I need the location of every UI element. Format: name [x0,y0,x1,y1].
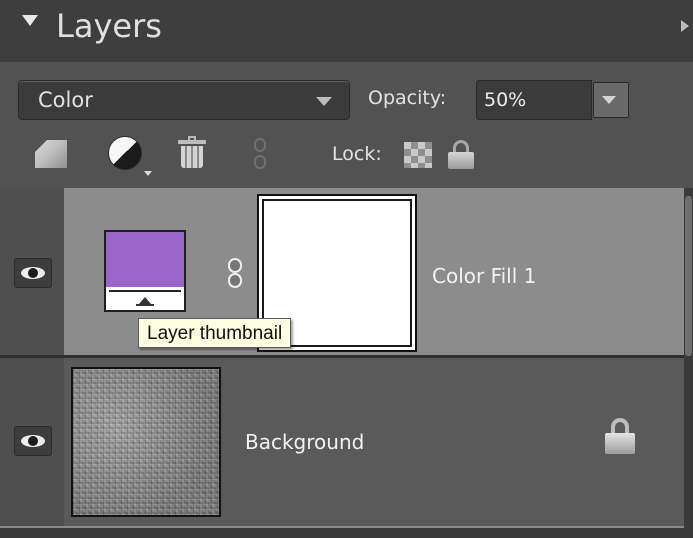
link-icon[interactable] [254,138,266,170]
eye-icon[interactable] [14,258,52,288]
chain-ring-bottom [228,273,242,288]
link-ring-bottom [254,155,266,169]
lock-all-icon[interactable] [446,140,476,170]
layer-thumbnail[interactable] [104,230,186,312]
panel-title: Layers [56,7,162,45]
collapse-arrow-icon[interactable] [22,15,38,26]
panel-menu-icon[interactable] [681,20,689,32]
scrollbar-thumb[interactable] [685,196,692,356]
fill-color-swatch [106,232,184,287]
lock-body [605,433,635,454]
trash-icon[interactable] [178,136,206,168]
adjustment-layer-icon[interactable] [108,136,142,170]
submenu-arrow-icon[interactable] [144,171,152,176]
color-slider-icon [139,297,151,304]
eye-pupil [28,436,38,446]
opacity-value[interactable]: 50% [484,86,526,114]
lock-label: Lock: [332,143,382,165]
trash-lid [178,140,206,144]
fill-divider [109,290,181,292]
chevron-down-icon[interactable] [316,97,332,106]
layer-name[interactable]: Background [245,428,364,456]
new-layer-icon[interactable] [35,140,67,168]
blend-mode-value: Color [38,88,93,112]
trash-body [181,146,203,168]
lock-body [448,152,474,169]
eye-pupil [28,268,38,278]
layer-name[interactable]: Color Fill 1 [432,262,536,290]
opacity-label: Opacity: [368,87,447,109]
lock-icon [604,418,636,456]
chain-ring-top [228,258,242,273]
panel-footer [0,528,693,538]
tooltip: Layer thumbnail [138,318,292,348]
eye-icon[interactable] [14,426,52,456]
link-ring-top [254,138,266,152]
color-slider-base [136,304,154,306]
background-thumbnail[interactable] [71,367,221,517]
chevron-down-icon[interactable] [602,96,616,104]
mask-link-icon[interactable] [228,258,242,288]
lock-transparency-icon[interactable] [404,142,432,168]
